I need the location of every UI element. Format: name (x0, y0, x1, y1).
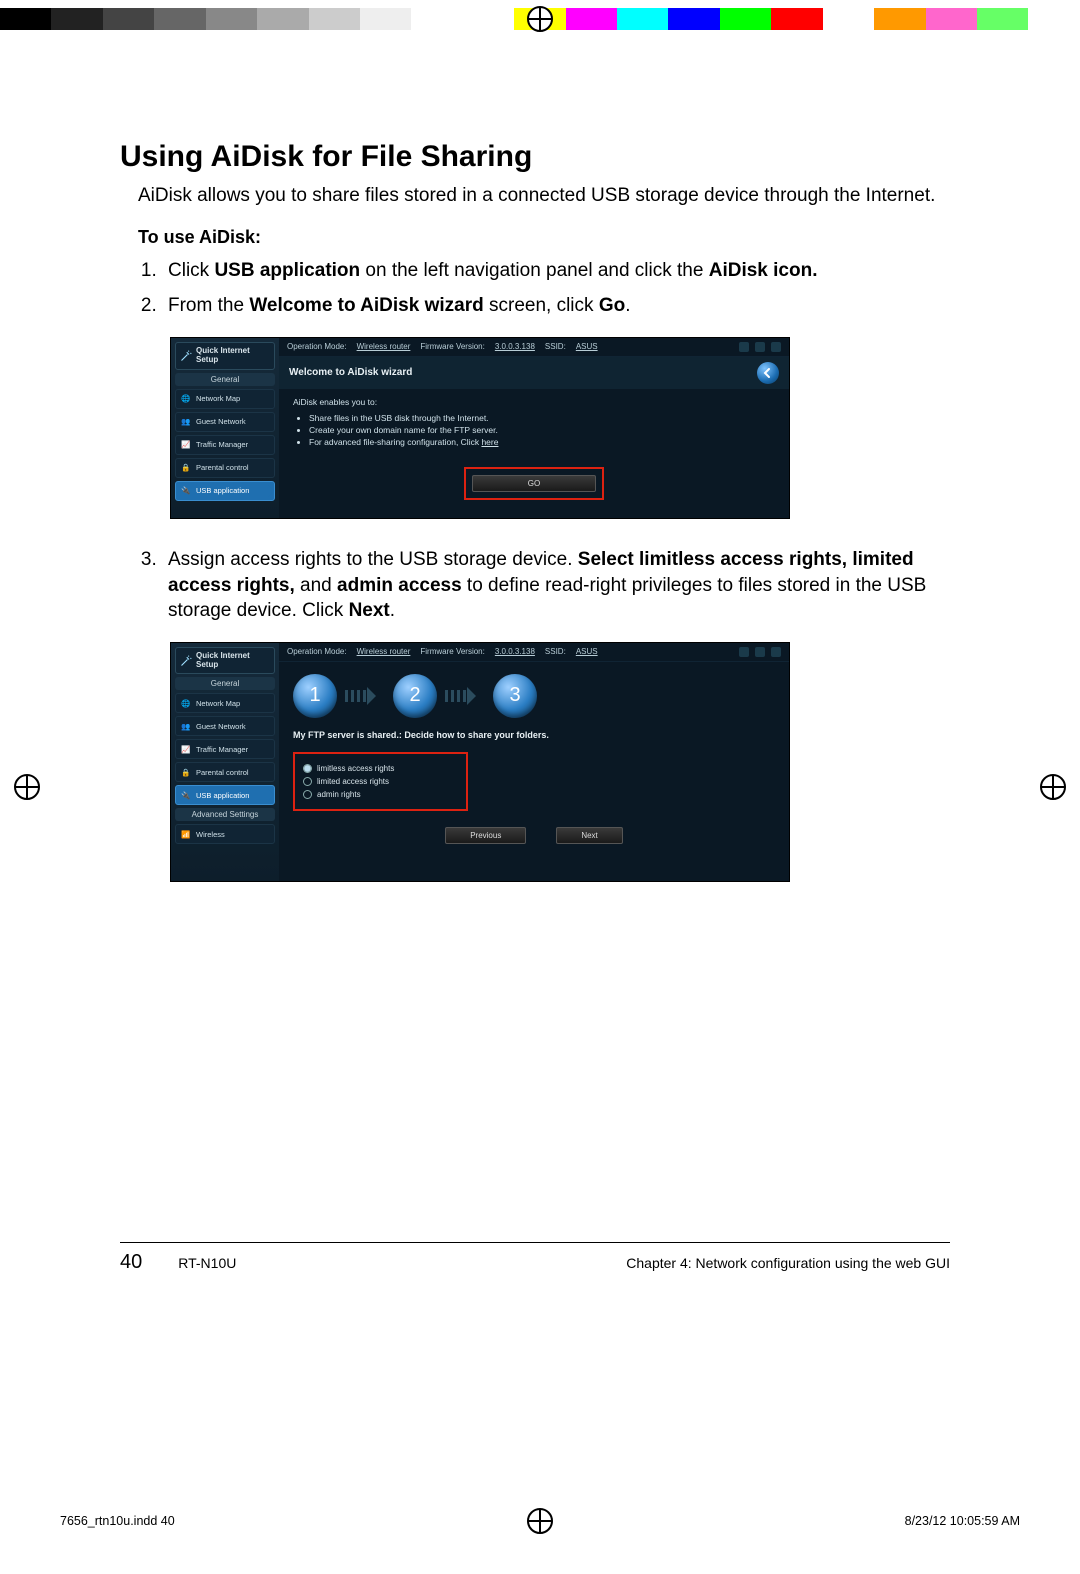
radio-limited[interactable]: limited access rights (303, 777, 458, 786)
users-icon: 👥 (180, 416, 192, 428)
globe-icon: 🌐 (180, 697, 192, 709)
wizard-step-1: 1 (293, 674, 337, 718)
sidebar-item-quick-internet-setup[interactable]: Quick Internet Setup (175, 342, 275, 370)
lock-icon: 🔒 (180, 462, 192, 474)
page-footer: 40 RT-N10U Chapter 4: Network configurat… (120, 1242, 950, 1274)
screenshot-aidisk-access-rights: Quick Internet Setup General 🌐 Network M… (170, 642, 790, 882)
feature-bullet: Create your own domain name for the FTP … (309, 425, 775, 435)
radio-icon (303, 790, 312, 799)
topbar-status-icons (739, 342, 781, 352)
here-link[interactable]: here (481, 437, 498, 447)
sidebar-section-general: General (175, 677, 275, 690)
sidebar-item-usb-application[interactable]: 🔌 USB application (175, 481, 275, 501)
sidebar-item-traffic-manager[interactable]: 📈 Traffic Manager (175, 435, 275, 455)
indesign-slug: 7656_rtn10u.indd 40 8/23/12 10:05:59 AM (60, 1514, 1020, 1528)
sidebar-item-network-map[interactable]: 🌐 Network Map (175, 693, 275, 713)
subheading: To use AiDisk: (138, 227, 950, 248)
ftp-share-text: My FTP server is shared.: Decide how to … (279, 730, 789, 748)
panel-title: Welcome to AiDisk wizard (289, 367, 412, 378)
sidebar-item-usb-application[interactable]: 🔌 USB application (175, 785, 275, 805)
go-button[interactable]: GO (472, 475, 596, 492)
step-3: Assign access rights to the USB storage … (162, 547, 950, 624)
sidebar-section-advanced: Advanced Settings (175, 808, 275, 821)
sidebar-item-parental-control[interactable]: 🔒 Parental control (175, 458, 275, 478)
sidebar-section-general: General (175, 373, 275, 386)
step-2: From the Welcome to AiDisk wizard screen… (162, 293, 950, 319)
sidebar-item-guest-network[interactable]: 👥 Guest Network (175, 412, 275, 432)
feature-bullet: Share files in the USB disk through the … (309, 413, 775, 423)
registration-mark-icon (14, 774, 40, 800)
usb-icon: 🔌 (180, 789, 192, 801)
intro-text: AiDisk allows you to share files stored … (138, 184, 950, 209)
sidebar-item-traffic-manager[interactable]: 📈 Traffic Manager (175, 739, 275, 759)
page-number: 40 (120, 1251, 142, 1274)
page-title: Using AiDisk for File Sharing (120, 140, 950, 174)
arrow-icon (345, 687, 385, 705)
back-button[interactable] (757, 362, 779, 384)
wand-icon (180, 655, 192, 667)
radio-admin[interactable]: admin rights (303, 790, 458, 799)
wand-icon (180, 350, 192, 362)
router-topbar: Operation Mode: Wireless router Firmware… (279, 643, 789, 662)
lock-icon: 🔒 (180, 766, 192, 778)
wizard-step-2: 2 (393, 674, 437, 718)
enables-text: AiDisk enables you to: (293, 397, 775, 407)
radio-icon (303, 777, 312, 786)
chapter-label: Chapter 4: Network configuration using t… (626, 1255, 950, 1271)
model-name: RT-N10U (178, 1255, 236, 1271)
sidebar-item-parental-control[interactable]: 🔒 Parental control (175, 762, 275, 782)
back-arrow-icon (762, 367, 774, 379)
screenshot-aidisk-welcome: Quick Internet Setup General 🌐 Network M… (170, 337, 790, 519)
gauge-icon: 📈 (180, 743, 192, 755)
router-topbar: Operation Mode: Wireless router Firmware… (279, 338, 789, 357)
sidebar-item-guest-network[interactable]: 👥 Guest Network (175, 716, 275, 736)
step-1: Click USB application on the left naviga… (162, 258, 950, 284)
radio-icon (303, 764, 312, 773)
router-sidebar: Quick Internet Setup General 🌐 Network M… (171, 643, 279, 881)
indd-datetime: 8/23/12 10:05:59 AM (905, 1514, 1020, 1528)
registration-mark-icon (527, 6, 553, 32)
arrow-icon (445, 687, 485, 705)
radio-limitless[interactable]: limitless access rights (303, 764, 458, 773)
topbar-status-icons (739, 647, 781, 657)
indd-file: 7656_rtn10u.indd 40 (60, 1514, 175, 1528)
wizard-step-3: 3 (493, 674, 537, 718)
users-icon: 👥 (180, 720, 192, 732)
feature-bullet: For advanced file-sharing configuration,… (309, 437, 775, 447)
go-highlight: GO (464, 467, 604, 500)
gauge-icon: 📈 (180, 439, 192, 451)
sidebar-item-quick-internet-setup[interactable]: Quick Internet Setup (175, 647, 275, 675)
sidebar-item-network-map[interactable]: 🌐 Network Map (175, 389, 275, 409)
router-sidebar: Quick Internet Setup General 🌐 Network M… (171, 338, 279, 518)
globe-icon: 🌐 (180, 393, 192, 405)
usb-icon: 🔌 (180, 485, 192, 497)
next-button[interactable]: Next (556, 827, 622, 844)
registration-mark-icon (1040, 774, 1066, 800)
wifi-icon: 📶 (180, 828, 192, 840)
sidebar-item-wireless[interactable]: 📶 Wireless (175, 824, 275, 844)
previous-button[interactable]: Previous (445, 827, 526, 844)
access-rights-highlight: limitless access rights limited access r… (293, 752, 468, 811)
